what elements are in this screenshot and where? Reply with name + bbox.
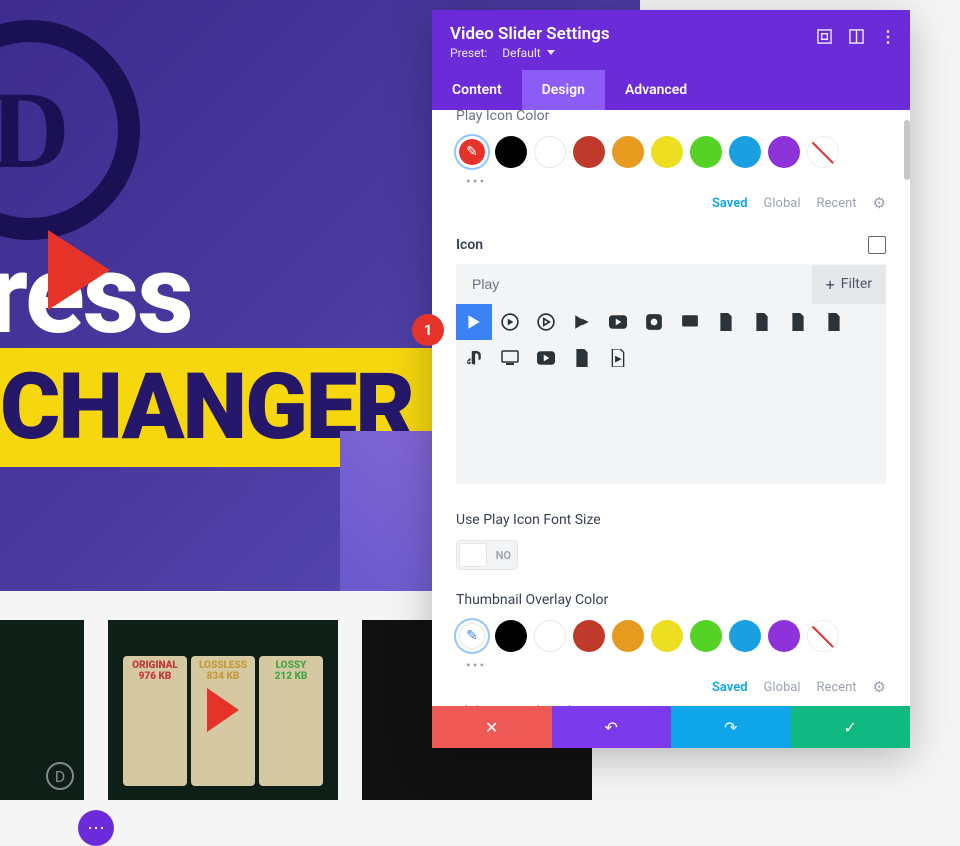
icon-file-play[interactable] xyxy=(600,340,636,376)
icon-play-circle[interactable] xyxy=(492,304,528,340)
slider-controls-section: Slider Controls Color xyxy=(432,696,910,706)
cat-col-c: LOSSY212 KB xyxy=(259,656,323,786)
thumb-0[interactable]: D xyxy=(0,620,84,800)
toggle-knob xyxy=(459,543,487,567)
icon-play-filled[interactable] xyxy=(456,304,492,340)
eyedropper-icon: ✎ xyxy=(466,144,478,160)
gear-icon[interactable]: ⚙ xyxy=(873,194,886,212)
swatch-red[interactable] xyxy=(573,620,605,652)
saved-tab[interactable]: Saved xyxy=(712,680,748,695)
icon-file-3[interactable] xyxy=(780,304,816,340)
tab-content[interactable]: Content xyxy=(432,70,522,110)
icon-file-4[interactable] xyxy=(816,304,852,340)
icon-display[interactable] xyxy=(672,304,708,340)
icon-file-2[interactable] xyxy=(744,304,780,340)
cat-col-a: ORIGINAL976 KB xyxy=(123,656,187,786)
swatch-orange[interactable] xyxy=(612,136,644,168)
redo-button[interactable]: ↷ xyxy=(671,706,791,748)
icon-google-play[interactable] xyxy=(564,304,600,340)
swatch-yellow[interactable] xyxy=(651,620,683,652)
tab-design[interactable]: Design xyxy=(522,70,605,110)
icon-section: Icon +Filter xyxy=(432,222,910,498)
expand-icon[interactable] xyxy=(814,26,834,46)
swatch-black[interactable] xyxy=(495,136,527,168)
swatch-current-2[interactable]: ✎ xyxy=(456,620,488,652)
swatch-green[interactable] xyxy=(690,136,722,168)
preset-selector[interactable]: Preset: Default xyxy=(450,46,892,60)
icon-playstation[interactable] xyxy=(456,340,492,376)
panel-footer: ✕ ↶ ↷ ✓ xyxy=(432,706,910,748)
fab-more-button[interactable]: ⋯ xyxy=(78,810,114,846)
swatch-current[interactable]: ✎ xyxy=(456,136,488,168)
tab-advanced[interactable]: Advanced xyxy=(605,70,707,110)
icon-section-label: Icon xyxy=(456,237,483,253)
swatch-white[interactable] xyxy=(534,136,566,168)
more-icon[interactable]: ⋮ xyxy=(878,26,898,46)
swatch-none[interactable] xyxy=(807,620,839,652)
icon-file-p[interactable] xyxy=(564,340,600,376)
color-swatches: ✎ xyxy=(456,136,886,168)
undo-button[interactable]: ↶ xyxy=(552,706,672,748)
slider-controls-label: Slider Controls Color xyxy=(456,696,886,706)
divi-logo-icon xyxy=(0,20,140,240)
global-tab[interactable]: Global xyxy=(764,196,801,211)
font-size-toggle[interactable]: NO xyxy=(456,540,518,570)
cancel-button[interactable]: ✕ xyxy=(432,706,552,748)
filter-button[interactable]: +Filter xyxy=(812,265,886,304)
swatch-blue[interactable] xyxy=(729,136,761,168)
icon-video-square[interactable] xyxy=(636,304,672,340)
step-badge: 1 xyxy=(412,314,444,346)
saved-tab[interactable]: Saved xyxy=(712,196,748,211)
global-tab[interactable]: Global xyxy=(764,680,801,695)
save-button[interactable]: ✓ xyxy=(791,706,911,748)
swatch-green[interactable] xyxy=(690,620,722,652)
play-font-label: Use Play Icon Font Size xyxy=(456,512,886,528)
icon-monitor[interactable] xyxy=(492,340,528,376)
swatch-black[interactable] xyxy=(495,620,527,652)
recent-tab[interactable]: Recent xyxy=(817,680,857,695)
play-font-section: Use Play Icon Font Size NO xyxy=(432,498,910,584)
icon-youtube[interactable] xyxy=(600,304,636,340)
icon-play-circle-o[interactable] xyxy=(528,304,564,340)
thumbnail-overlay-section: Thumbnail Overlay Color ✎ ••• Saved Glob… xyxy=(432,584,910,696)
icon-picker-grid xyxy=(456,304,886,484)
gear-icon[interactable]: ⚙ xyxy=(873,678,886,696)
toggle-label: NO xyxy=(496,549,511,562)
icon-file-1[interactable] xyxy=(708,304,744,340)
play-icon[interactable] xyxy=(207,688,239,732)
chevron-down-icon xyxy=(547,50,555,56)
columns-icon[interactable] xyxy=(846,26,866,46)
recent-tab[interactable]: Recent xyxy=(817,196,857,211)
color-swatches-2: ✎ xyxy=(456,620,886,652)
icon-search-row: +Filter xyxy=(456,264,886,304)
thumb-1[interactable]: ORIGINAL976 KB LOSSLESS834 KB LOSSY212 K… xyxy=(108,620,338,800)
settings-panel: Video Slider Settings Preset: Default ⋮ … xyxy=(432,10,910,748)
eyedropper-icon: ✎ xyxy=(466,628,478,644)
tab-bar: Content Design Advanced xyxy=(432,70,910,110)
swatch-none[interactable] xyxy=(807,136,839,168)
icon-youtube-2[interactable] xyxy=(528,340,564,376)
play-icon-color-section: Play Icon Color ✎ ••• Saved Global Recen… xyxy=(432,110,910,222)
panel-body: Play Icon Color ✎ ••• Saved Global Recen… xyxy=(432,110,910,706)
responsive-icon[interactable] xyxy=(868,236,886,254)
swatch-yellow[interactable] xyxy=(651,136,683,168)
swatch-blue[interactable] xyxy=(729,620,761,652)
panel-header: Video Slider Settings Preset: Default ⋮ xyxy=(432,10,910,70)
swatch-red[interactable] xyxy=(573,136,605,168)
swatch-white[interactable] xyxy=(534,620,566,652)
scrollbar[interactable] xyxy=(904,120,910,180)
divi-small-icon: D xyxy=(46,762,74,790)
swatch-orange[interactable] xyxy=(612,620,644,652)
section-label: Play Icon Color xyxy=(456,110,886,124)
more-colors-2[interactable]: ••• xyxy=(466,658,886,674)
thumb-overlay-label: Thumbnail Overlay Color xyxy=(456,584,886,608)
swatch-purple[interactable] xyxy=(768,136,800,168)
more-colors[interactable]: ••• xyxy=(466,174,886,190)
play-icon[interactable] xyxy=(48,230,110,310)
swatch-purple[interactable] xyxy=(768,620,800,652)
icon-search-input[interactable] xyxy=(456,264,812,304)
